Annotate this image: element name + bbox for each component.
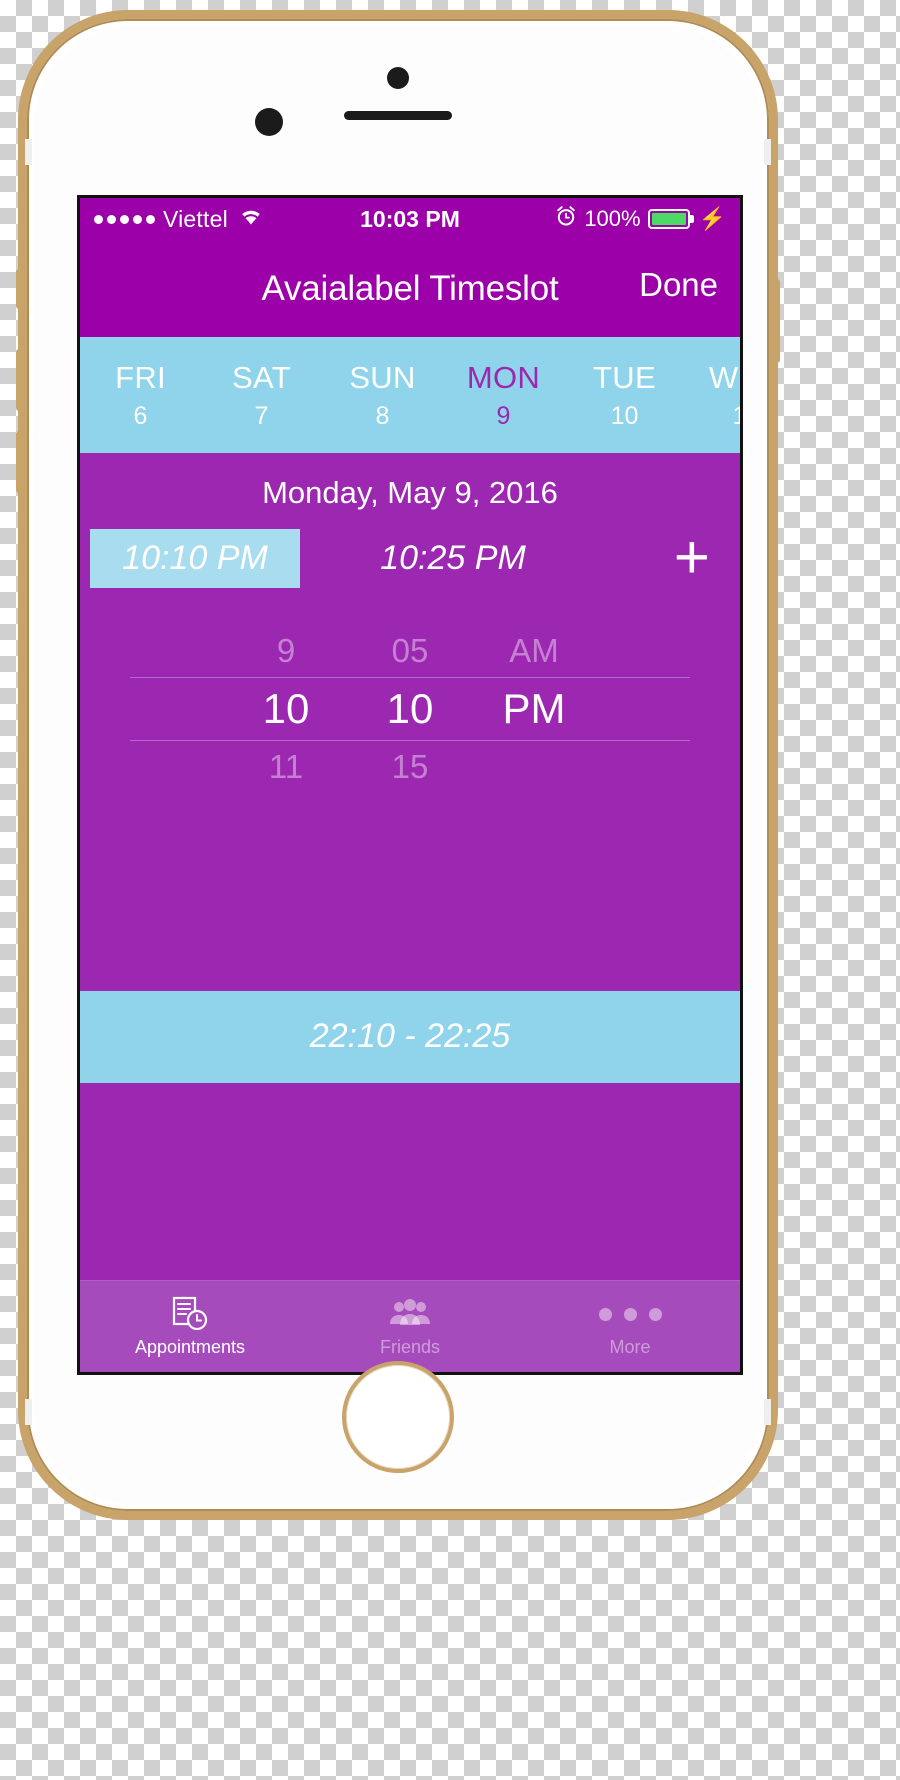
day-number: 6 [133, 401, 148, 430]
alarm-clock-icon [555, 205, 577, 233]
day-number: 9 [496, 401, 511, 430]
day-cell-sat[interactable]: SAT 7 [201, 337, 322, 453]
phone-screen: Viettel 10:03 PM 100% ⚡ Avaialabel Times… [77, 195, 743, 1375]
selected-date-label: Monday, May 9, 2016 [262, 475, 558, 510]
day-cell-mon[interactable]: MON 9 [443, 337, 564, 453]
picker-minute-selected: 10 [386, 685, 434, 732]
tab-friends[interactable]: Friends [300, 1295, 520, 1358]
antenna-band-left-bottom [25, 1399, 32, 1425]
tab-more[interactable]: More [520, 1295, 740, 1358]
proximity-sensor-icon [255, 108, 283, 136]
navigation-bar: Avaialabel Timeslot Done [80, 240, 740, 337]
week-day-selector[interactable]: FRI 6 SAT 7 SUN 8 MON 9 TUE 10 W [80, 337, 740, 453]
picker-hour-selected: 10 [262, 685, 310, 732]
page-title: Avaialabel Timeslot [261, 268, 559, 308]
day-label: FRI [115, 359, 166, 395]
timeslot-range-label: 22:10 - 22:25 [309, 1017, 511, 1055]
antenna-band-right [764, 139, 771, 165]
time-picker-wheel[interactable]: 9 05 AM 10 10 PM 11 15 [80, 625, 740, 793]
friends-icon [388, 1295, 432, 1333]
day-cell-wed[interactable]: WED 11 [685, 337, 740, 453]
phone-device: Viettel 10:03 PM 100% ⚡ Avaialabel Times… [16, 10, 780, 1520]
day-cell-fri[interactable]: FRI 6 [80, 337, 201, 453]
picker-hour-below: 11 [268, 748, 304, 785]
day-label: SUN [349, 359, 416, 395]
day-label: SAT [232, 359, 291, 395]
picker-row-above[interactable]: 9 05 AM [130, 625, 690, 677]
picker-period-selected: PM [502, 685, 566, 732]
day-cell-sun[interactable]: SUN 8 [322, 337, 443, 453]
mute-switch[interactable] [16, 269, 23, 309]
day-number: 8 [375, 401, 390, 430]
tab-label: Appointments [134, 1337, 246, 1357]
picker-minute-above: 05 [391, 632, 429, 669]
day-label: MON [466, 359, 541, 395]
time-range-row: 10:10 PM 10:25 PM + [80, 525, 740, 591]
done-button[interactable]: Done [639, 266, 718, 304]
tab-label: Friends [379, 1337, 441, 1357]
more-dots-icon [598, 1295, 662, 1333]
empty-timeslot-area [80, 1082, 740, 1280]
status-bar: Viettel 10:03 PM 100% ⚡ [80, 198, 740, 240]
start-time-field[interactable]: 10:10 PM [90, 528, 300, 588]
picker-minute-below: 15 [391, 748, 429, 785]
add-timeslot-button[interactable]: + [674, 527, 726, 589]
front-camera-icon [387, 67, 409, 89]
picker-period-above: AM [509, 632, 559, 669]
day-number: 7 [254, 401, 269, 430]
end-time-field[interactable]: 10:25 PM [348, 529, 558, 588]
battery-icon [647, 209, 690, 229]
tab-label: More [609, 1337, 651, 1357]
timeslot-editor-panel: Monday, May 9, 2016 10:10 PM 10:25 PM + … [80, 453, 740, 991]
tab-bar: Appointments Friends More [80, 1280, 740, 1372]
signal-strength-icon [94, 214, 155, 224]
status-bar-right: 100% ⚡ [555, 205, 726, 233]
timeslot-list-item[interactable]: 22:10 - 22:25 [80, 990, 740, 1083]
charging-bolt-icon: ⚡ [698, 206, 726, 231]
volume-up-button[interactable] [16, 349, 23, 411]
day-label: WED [708, 359, 740, 395]
day-number: 10 [610, 401, 639, 430]
status-bar-left: Viettel [94, 206, 264, 233]
earpiece-speaker [344, 111, 452, 120]
day-cell-tue[interactable]: TUE 10 [564, 337, 685, 453]
battery-percent-label: 100% [584, 206, 641, 231]
wifi-icon [238, 206, 264, 233]
volume-down-button[interactable] [16, 431, 23, 493]
carrier-name: Viettel [163, 205, 228, 232]
antenna-band-right-bottom [764, 1399, 771, 1425]
picker-hour-above: 9 [276, 632, 296, 669]
picker-row-selected[interactable]: 10 10 PM [130, 677, 690, 741]
appointments-icon [170, 1295, 210, 1333]
home-button[interactable] [342, 1361, 454, 1473]
picker-row-below[interactable]: 11 15 [130, 741, 690, 793]
antenna-band-left [25, 139, 32, 165]
tab-appointments[interactable]: Appointments [80, 1295, 300, 1358]
phone-front-panel: Viettel 10:03 PM 100% ⚡ Avaialabel Times… [33, 25, 763, 1505]
day-number: 11 [733, 402, 740, 431]
day-label: TUE [593, 359, 656, 395]
power-button[interactable] [773, 279, 780, 363]
